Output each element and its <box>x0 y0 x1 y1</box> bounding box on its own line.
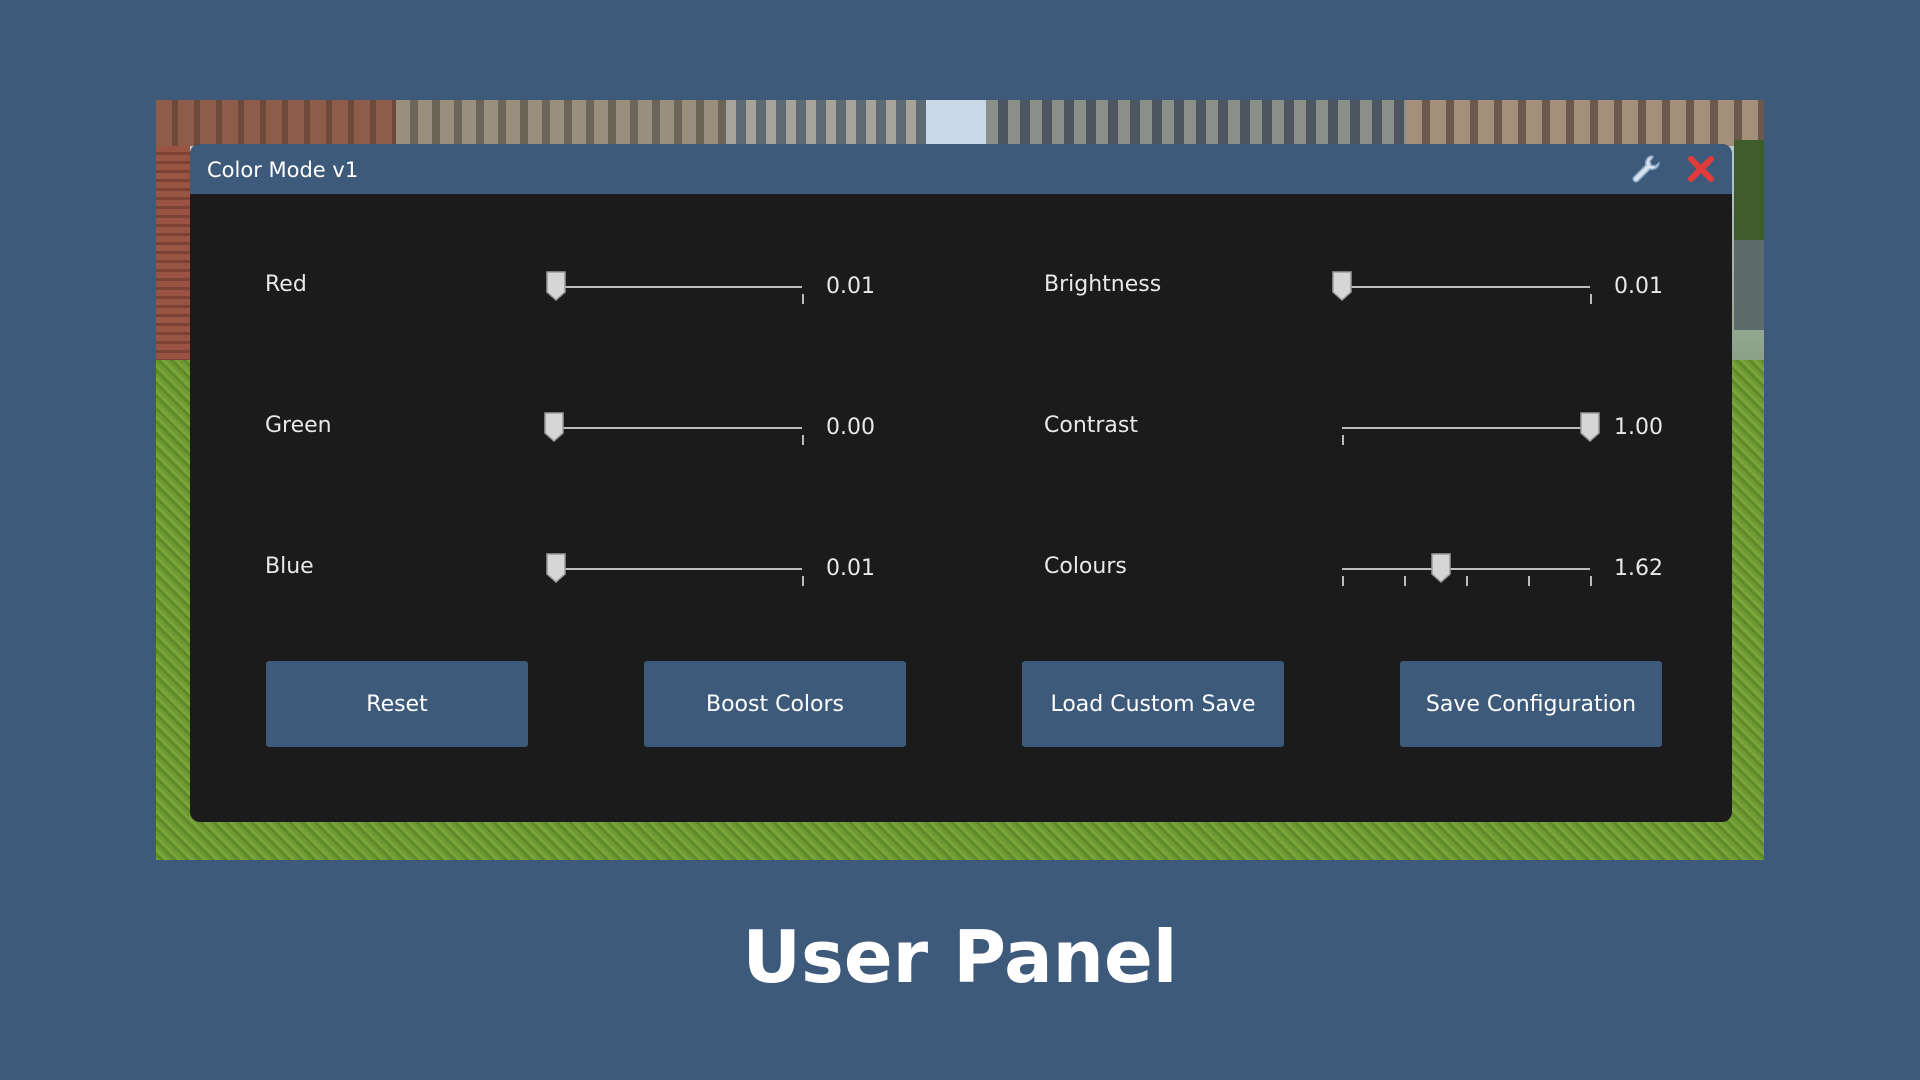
slider-track[interactable] <box>1342 568 1590 570</box>
slider-tick <box>1528 576 1530 586</box>
slider-label: Red <box>265 272 307 297</box>
slider-handle[interactable] <box>1579 411 1601 443</box>
reset-button[interactable]: Reset <box>266 661 528 747</box>
boost-colors-button[interactable]: Boost Colors <box>644 661 906 747</box>
slider-handle[interactable] <box>545 552 567 584</box>
slider-value: 0.00 <box>826 415 875 440</box>
slider-handle[interactable] <box>545 270 567 302</box>
background-building <box>396 100 726 146</box>
slider-label: Blue <box>265 554 314 579</box>
slider-row-colours: Colours 1.62 <box>950 550 1732 590</box>
slider-value: 0.01 <box>826 556 875 581</box>
slider-label: Brightness <box>1044 272 1162 297</box>
page-caption: User Panel <box>742 915 1178 999</box>
slider-tick <box>1342 576 1344 586</box>
slider-tick <box>1466 576 1468 586</box>
background-building <box>986 100 1406 146</box>
tree <box>1734 140 1764 240</box>
slider-value: 1.00 <box>1614 415 1663 440</box>
window-title: Color Mode v1 <box>207 158 359 182</box>
background-wall <box>1734 240 1764 330</box>
slider-value: 1.62 <box>1614 556 1663 581</box>
slider-track[interactable] <box>1342 427 1590 429</box>
slider-row-contrast: Contrast 1.00 <box>950 409 1732 449</box>
color-mode-window: Color Mode v1 Red 0.01 Green 0.00 Blue 0… <box>190 144 1732 822</box>
slider-row-green: Green 0.00 <box>190 409 950 449</box>
slider-tick <box>1404 576 1406 586</box>
load-custom-save-button[interactable]: Load Custom Save <box>1022 661 1284 747</box>
slider-tick <box>1342 435 1344 445</box>
slider-tick <box>1590 294 1592 304</box>
slider-label: Green <box>265 413 332 438</box>
slider-row-blue: Blue 0.01 <box>190 550 950 590</box>
slider-tick <box>802 294 804 304</box>
slider-tick <box>802 576 804 586</box>
slider-row-red: Red 0.01 <box>190 268 950 308</box>
slider-tick <box>802 435 804 445</box>
slider-track[interactable] <box>554 427 802 429</box>
slider-value: 0.01 <box>826 274 875 299</box>
save-configuration-button[interactable]: Save Configuration <box>1400 661 1662 747</box>
background-building <box>1406 100 1764 146</box>
slider-track[interactable] <box>554 568 802 570</box>
background-building <box>926 100 986 146</box>
close-icon[interactable] <box>1684 152 1718 186</box>
slider-value: 0.01 <box>1614 274 1663 299</box>
background-building <box>726 100 926 146</box>
slider-handle[interactable] <box>1331 270 1353 302</box>
wrench-icon[interactable] <box>1630 153 1662 185</box>
slider-track[interactable] <box>1342 286 1590 288</box>
slider-handle[interactable] <box>1430 552 1452 584</box>
slider-label: Colours <box>1044 554 1127 579</box>
slider-row-brightness: Brightness 0.01 <box>950 268 1732 308</box>
slider-label: Contrast <box>1044 413 1139 438</box>
background-building <box>156 100 396 146</box>
slider-handle[interactable] <box>543 411 565 443</box>
window-titlebar[interactable]: Color Mode v1 <box>190 144 1732 194</box>
slider-track[interactable] <box>554 286 802 288</box>
slider-tick <box>1590 576 1592 586</box>
